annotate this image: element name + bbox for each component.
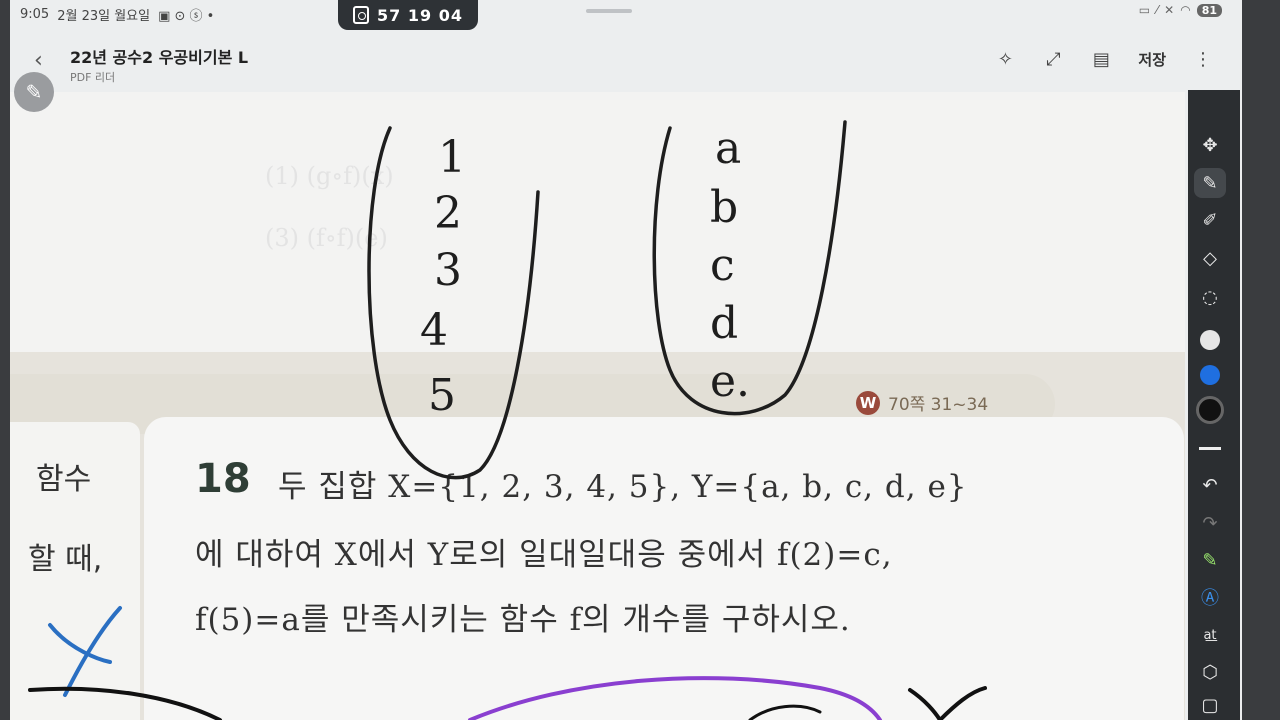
pen-icon[interactable]: ✎	[1194, 168, 1226, 198]
back-arrow-icon[interactable]: ‹	[34, 48, 43, 73]
redo-icon[interactable]: ↷	[1194, 508, 1226, 538]
more-options-icon[interactable]: ⋮	[1192, 48, 1214, 70]
document-title: 22년 공수2 우공비기본 L	[70, 48, 249, 67]
mute-icon: ✕	[1164, 3, 1175, 17]
eraser-icon[interactable]: ◇	[1194, 243, 1226, 273]
text-format-icon[interactable]: a͟t	[1194, 620, 1226, 650]
app-bar: ‹ 22년 공수2 우공비기본 L PDF 리더 ✧ ⤢ ▤ 저장 ⋮	[10, 30, 1242, 90]
drag-handle[interactable]	[586, 9, 632, 13]
color-white[interactable]	[1194, 325, 1226, 355]
move-icon[interactable]: ✥	[1194, 130, 1226, 160]
color-black[interactable]	[1194, 395, 1226, 425]
recording-timer[interactable]: 57 19 04	[338, 0, 478, 30]
more-icon[interactable]: ▢	[1194, 690, 1226, 720]
color-blue[interactable]	[1194, 360, 1226, 390]
battery-indicator: 81	[1196, 3, 1222, 17]
undo-icon[interactable]: ↶	[1194, 470, 1226, 500]
pen-status-icon: ⁄	[1156, 3, 1159, 17]
pen-toolbar: ✥ ✎ ✐ ◇ ◌ ↶ ↷ ✎ Ⓐ a͟t ⬡ ▢	[1188, 90, 1240, 720]
save-button[interactable]: 저장	[1138, 49, 1166, 70]
notification-icons: ▣ ⊙ ⓢ •	[158, 9, 215, 24]
clock: 9:05	[20, 7, 50, 22]
faint-formula-2: (3) (f∘f)(e)	[265, 224, 388, 252]
cast-icon: ▭	[1138, 3, 1151, 17]
problem-line-2: 에 대하여 X에서 Y로의 일대일대응 중에서 f(2)=c,	[195, 537, 893, 573]
app-name: PDF 리더	[70, 71, 116, 84]
tablet-screen: 9:05 2월 23일 월요일 ▣ ⊙ ⓢ • ▭ ⁄ ✕ ◠ 81 57 19…	[10, 0, 1242, 720]
faint-formula-1: (1) (g∘f)(x)	[265, 162, 394, 190]
problem-line-1: 두 집합 X={1, 2, 3, 4, 5}, Y={a, b, c, d, e…	[278, 469, 968, 505]
problem-line-3: f(5)=a를 만족시키는 함수 f의 개수를 구하시오.	[195, 602, 851, 638]
magic-edit-icon[interactable]: ✧	[994, 48, 1016, 70]
wifi-icon: ◠	[1180, 3, 1191, 17]
previous-problem-text-2: 할 때,	[28, 542, 103, 577]
lasso-icon[interactable]: ◌	[1194, 282, 1226, 312]
shape-pen-icon[interactable]: ✎	[1194, 545, 1226, 575]
expand-icon[interactable]: ⤢	[1042, 48, 1064, 70]
pdf-page[interactable]: (1) (g∘f)(x) (3) (f∘f)(e) W 70쪽 31~34 함수…	[10, 92, 1185, 720]
pencil-icon: ✎	[25, 80, 43, 104]
top-toolbar: ✧ ⤢ ▤ 저장 ⋮	[994, 48, 1214, 70]
pen-mode-button[interactable]: ✎	[14, 72, 54, 112]
timer-icon	[353, 6, 370, 24]
w-badge-icon: W	[856, 390, 880, 415]
reference-text: 70쪽 31~34	[888, 395, 989, 415]
workbook-reference: W 70쪽 31~34	[856, 390, 988, 415]
highlighter-icon[interactable]: ✐	[1194, 205, 1226, 235]
text-recognize-icon[interactable]: Ⓐ	[1194, 582, 1226, 612]
shape-icon[interactable]: ⬡	[1194, 657, 1226, 687]
timer-value: 57 19 04	[377, 5, 463, 25]
status-bar: 9:05 2월 23일 월요일 ▣ ⊙ ⓢ • ▭ ⁄ ✕ ◠ 81	[10, 0, 1242, 28]
status-left: 9:05 2월 23일 월요일 ▣ ⊙ ⓢ •	[20, 5, 214, 24]
problem-number: 18	[195, 456, 251, 502]
status-right: ▭ ⁄ ✕ ◠ 81	[1139, 3, 1222, 17]
date: 2월 23일 월요일	[57, 9, 151, 24]
previous-problem-text-1: 함수	[36, 462, 92, 497]
page-settings-icon[interactable]: ▤	[1090, 48, 1112, 70]
stroke-width[interactable]	[1194, 433, 1226, 463]
